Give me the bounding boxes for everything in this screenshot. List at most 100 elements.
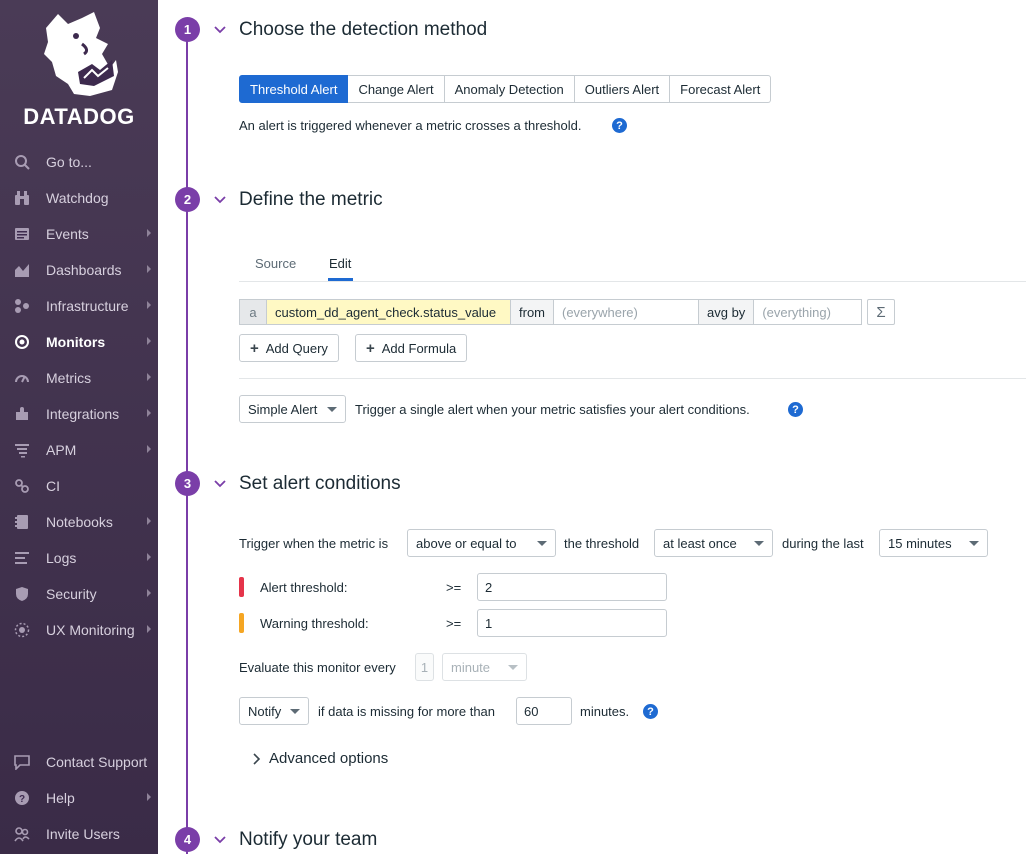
shield-icon xyxy=(13,585,31,603)
detection-method-selector: Threshold Alert Change Alert Anomaly Det… xyxy=(239,75,772,103)
time-window-select[interactable]: 15 minutes xyxy=(879,529,988,557)
avg-by-field[interactable]: (everything) xyxy=(754,299,863,325)
method-anomaly-detection[interactable]: Anomaly Detection xyxy=(444,75,575,103)
sidebar-item-go-to[interactable]: Go to... xyxy=(0,144,158,180)
caret-right-icon xyxy=(147,229,151,237)
sidebar-item-label: CI xyxy=(46,478,60,494)
sidebar-item-label: Security xyxy=(46,586,97,602)
apm-icon xyxy=(13,441,31,459)
chevron-down-icon[interactable] xyxy=(214,194,226,206)
sigma-function-button[interactable]: Σ xyxy=(867,299,895,325)
ux-icon xyxy=(13,621,31,639)
ci-icon xyxy=(13,477,31,495)
help-icon[interactable]: ? xyxy=(643,704,658,719)
method-outliers-alert[interactable]: Outliers Alert xyxy=(574,75,671,103)
sidebar-item-label: Help xyxy=(46,790,75,806)
sidebar-item-logs[interactable]: Logs xyxy=(0,540,158,576)
advanced-options-toggle[interactable]: Advanced options xyxy=(269,750,388,767)
missing-data-action-select[interactable]: Notify xyxy=(239,697,309,725)
step-2-title[interactable]: Define the metric xyxy=(239,189,383,211)
threshold-label: the threshold xyxy=(564,536,640,551)
sidebar-item-label: Events xyxy=(46,226,89,242)
warning-threshold-label: Warning threshold: xyxy=(260,616,369,631)
sidebar-item-dashboards[interactable]: Dashboards xyxy=(0,252,158,288)
sidebar-item-security[interactable]: Security xyxy=(0,576,158,612)
sidebar-item-metrics[interactable]: Metrics xyxy=(0,360,158,396)
missing-data-unit: minutes. xyxy=(580,704,630,719)
alert-threshold-input[interactable]: 2 xyxy=(477,573,667,601)
missing-data-minutes-input[interactable]: 60 xyxy=(516,697,572,725)
during-label: during the last xyxy=(782,536,864,551)
monitors-icon xyxy=(13,333,31,351)
step-3-title[interactable]: Set alert conditions xyxy=(239,473,401,495)
comparator-select[interactable]: above or equal to xyxy=(407,529,556,557)
chevron-down-icon[interactable] xyxy=(214,834,226,846)
evaluate-unit-select[interactable]: minute xyxy=(442,653,527,681)
users-icon xyxy=(13,825,31,843)
caret-right-icon xyxy=(147,625,151,633)
evaluate-interval-input[interactable]: 1 xyxy=(415,653,434,681)
sidebar-item-integrations[interactable]: Integrations xyxy=(0,396,158,432)
datadog-logo[interactable]: DATADOG xyxy=(0,6,158,129)
sidebar-item-help[interactable]: ? Help xyxy=(0,780,158,816)
chevron-right-icon[interactable] xyxy=(252,753,262,765)
method-forecast-alert[interactable]: Forecast Alert xyxy=(670,75,772,103)
caret-right-icon xyxy=(147,373,151,381)
step-1-title[interactable]: Choose the detection method xyxy=(239,19,487,41)
metric-name-field[interactable]: custom_dd_agent_check.status_value xyxy=(267,299,511,325)
sidebar-item-label: Notebooks xyxy=(46,514,113,530)
sidebar-item-ci[interactable]: CI xyxy=(0,468,158,504)
trigger-prefix: Trigger when the metric is xyxy=(239,536,389,551)
method-change-alert[interactable]: Change Alert xyxy=(348,75,445,103)
alert-type-description: Trigger a single alert when your metric … xyxy=(355,402,750,417)
caret-right-icon xyxy=(147,409,151,417)
query-letter: a xyxy=(239,299,267,325)
sidebar-item-label: Watchdog xyxy=(46,190,109,206)
datadog-dog-icon xyxy=(44,12,118,96)
add-formula-button[interactable]: + Add Formula xyxy=(355,334,468,362)
dashboards-icon xyxy=(13,261,31,279)
help-icon: ? xyxy=(13,789,31,807)
comparator-value: above or equal to xyxy=(416,535,517,551)
step-4-title[interactable]: Notify your team xyxy=(239,829,377,851)
occurrence-select[interactable]: at least once xyxy=(654,529,773,557)
sidebar-item-apm[interactable]: APM xyxy=(0,432,158,468)
sidebar: DATADOG Go to... Watchdog Events Dashboards… xyxy=(0,0,158,854)
occurrence-value: at least once xyxy=(663,535,737,551)
metric-tabs: Source Edit xyxy=(239,248,1026,282)
sidebar-item-events[interactable]: Events xyxy=(0,216,158,252)
sidebar-item-label: APM xyxy=(46,442,77,458)
time-window-value: 15 minutes xyxy=(888,535,952,551)
help-icon[interactable]: ? xyxy=(788,402,803,417)
sidebar-item-notebooks[interactable]: Notebooks xyxy=(0,504,158,540)
sidebar-item-invite-users[interactable]: Invite Users xyxy=(0,816,158,852)
infrastructure-icon xyxy=(13,297,31,315)
warning-threshold-input[interactable]: 1 xyxy=(477,609,667,637)
caret-down-icon xyxy=(969,541,979,546)
sidebar-item-monitors[interactable]: Monitors xyxy=(0,324,158,360)
method-threshold-alert[interactable]: Threshold Alert xyxy=(239,75,349,103)
metrics-icon xyxy=(13,369,31,387)
chevron-down-icon[interactable] xyxy=(214,24,226,36)
sidebar-item-watchdog[interactable]: Watchdog xyxy=(0,180,158,216)
help-icon[interactable]: ? xyxy=(612,118,627,133)
step-4-number: 4 xyxy=(175,827,200,852)
sidebar-item-label: Infrastructure xyxy=(46,298,129,314)
sidebar-item-label: Logs xyxy=(46,550,77,566)
tab-source[interactable]: Source xyxy=(255,256,296,271)
sidebar-item-contact-support[interactable]: Contact Support xyxy=(0,744,158,780)
plus-icon: + xyxy=(366,339,375,357)
from-field[interactable]: (everywhere) xyxy=(554,299,699,325)
from-label: from xyxy=(511,299,554,325)
plus-icon: + xyxy=(250,339,259,357)
alert-type-select[interactable]: Simple Alert xyxy=(239,395,346,423)
sidebar-item-ux-monitoring[interactable]: UX Monitoring xyxy=(0,612,158,648)
add-query-button[interactable]: + Add Query xyxy=(239,334,339,362)
svg-text:?: ? xyxy=(19,794,25,805)
chevron-down-icon[interactable] xyxy=(214,478,226,490)
sidebar-item-label: Metrics xyxy=(46,370,92,386)
caret-right-icon xyxy=(147,553,151,561)
tab-edit[interactable]: Edit xyxy=(329,256,351,271)
chat-icon xyxy=(13,753,31,771)
sidebar-item-infrastructure[interactable]: Infrastructure xyxy=(0,288,158,324)
